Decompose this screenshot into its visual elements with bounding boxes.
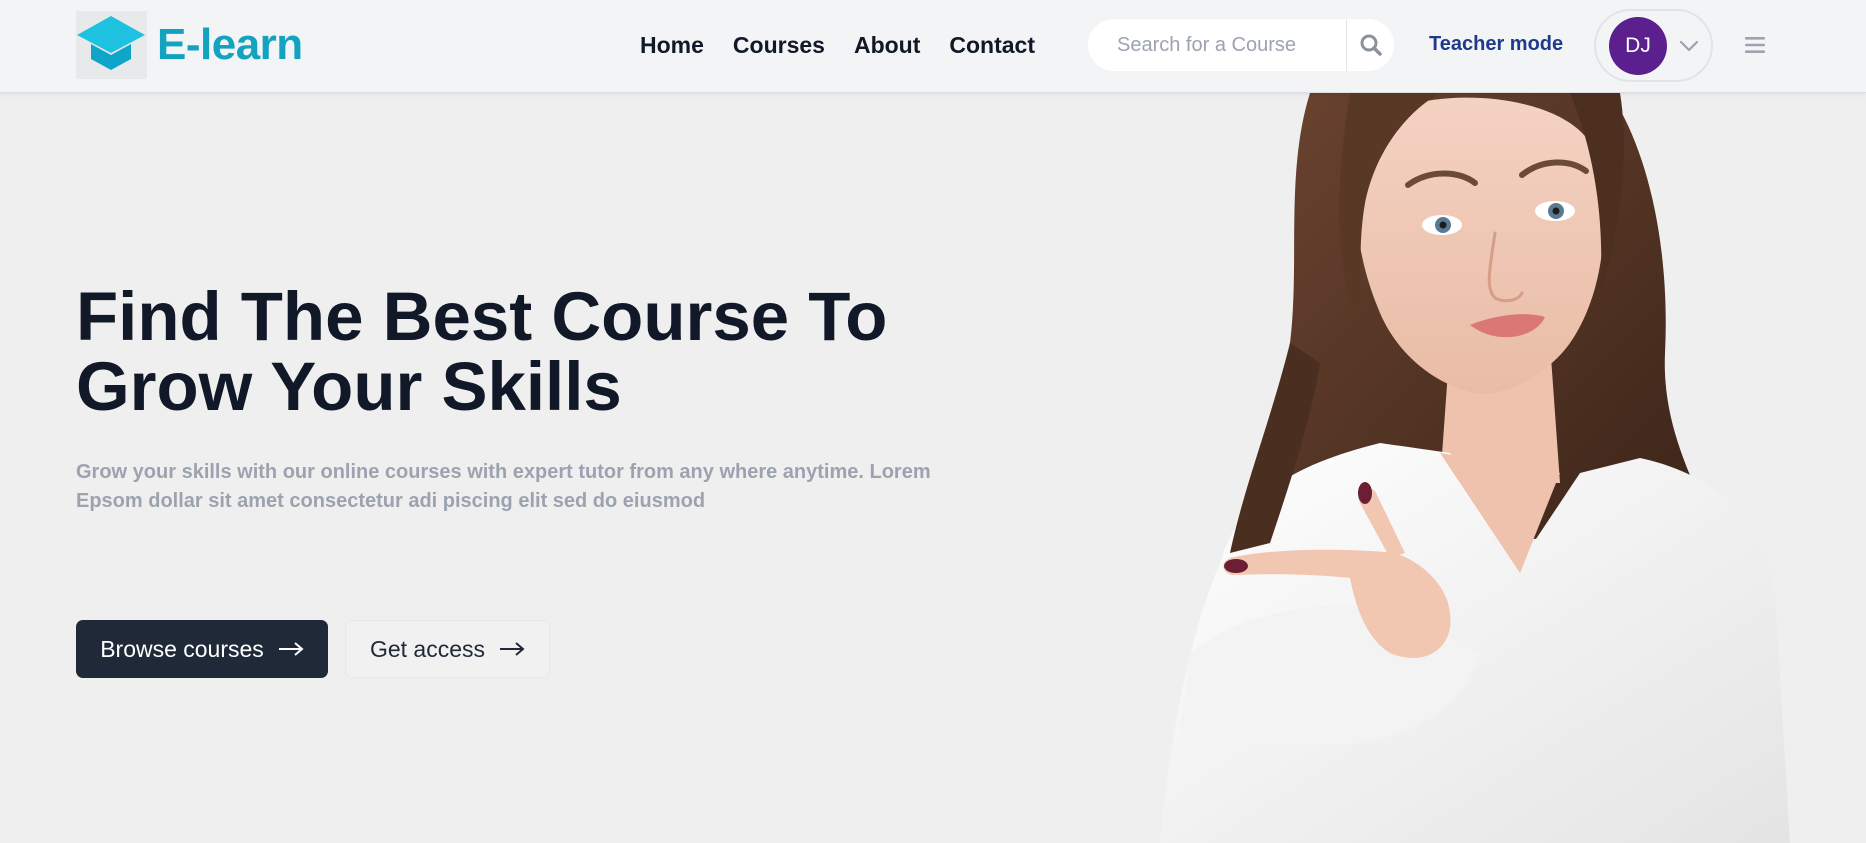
teacher-mode-link[interactable]: Teacher mode — [1429, 33, 1563, 56]
search-icon — [1360, 34, 1382, 56]
get-access-label: Get access — [369, 635, 486, 662]
avatar: DJ — [1609, 16, 1667, 75]
search-input[interactable] — [1088, 19, 1346, 71]
chevron-down-icon — [1679, 40, 1699, 51]
hero-subtitle: Grow your skills with our online courses… — [76, 458, 966, 516]
get-access-button[interactable]: Get access — [345, 620, 550, 678]
hero-title-line-2: Grow Your Skills — [76, 348, 622, 425]
hero-title-line-1: Find The Best Course To — [76, 278, 888, 355]
search-button[interactable] — [1346, 19, 1394, 71]
arrow-right-icon — [278, 642, 304, 656]
brand-name: E-learn — [157, 20, 303, 69]
hero-title: Find The Best Course To Grow Your Skills — [76, 282, 976, 422]
top-navbar: E-learn Home Courses About Contact Teach… — [0, 0, 1866, 93]
arrow-right-icon — [499, 642, 525, 656]
browse-courses-button[interactable]: Browse courses — [76, 620, 328, 678]
hamburger-menu-icon[interactable] — [1744, 34, 1766, 56]
hero-woman-image — [1150, 93, 1866, 843]
hero-subtitle-line-1: Grow your skills with our online courses… — [76, 461, 931, 483]
brand-logo[interactable]: E-learn — [76, 11, 303, 79]
graduation-cap-icon — [76, 11, 147, 79]
nav-courses[interactable]: Courses — [733, 29, 825, 61]
main-nav: Home Courses About Contact — [640, 29, 1035, 61]
browse-courses-label: Browse courses — [100, 635, 264, 662]
search-bar — [1088, 19, 1394, 71]
nav-contact[interactable]: Contact — [949, 29, 1035, 61]
profile-dropdown[interactable]: DJ — [1594, 9, 1713, 82]
hero-subtitle-line-2: Epsom dollar sit amet consectetur adi pi… — [76, 490, 706, 512]
nav-home[interactable]: Home — [640, 29, 704, 61]
nav-about[interactable]: About — [854, 29, 920, 61]
